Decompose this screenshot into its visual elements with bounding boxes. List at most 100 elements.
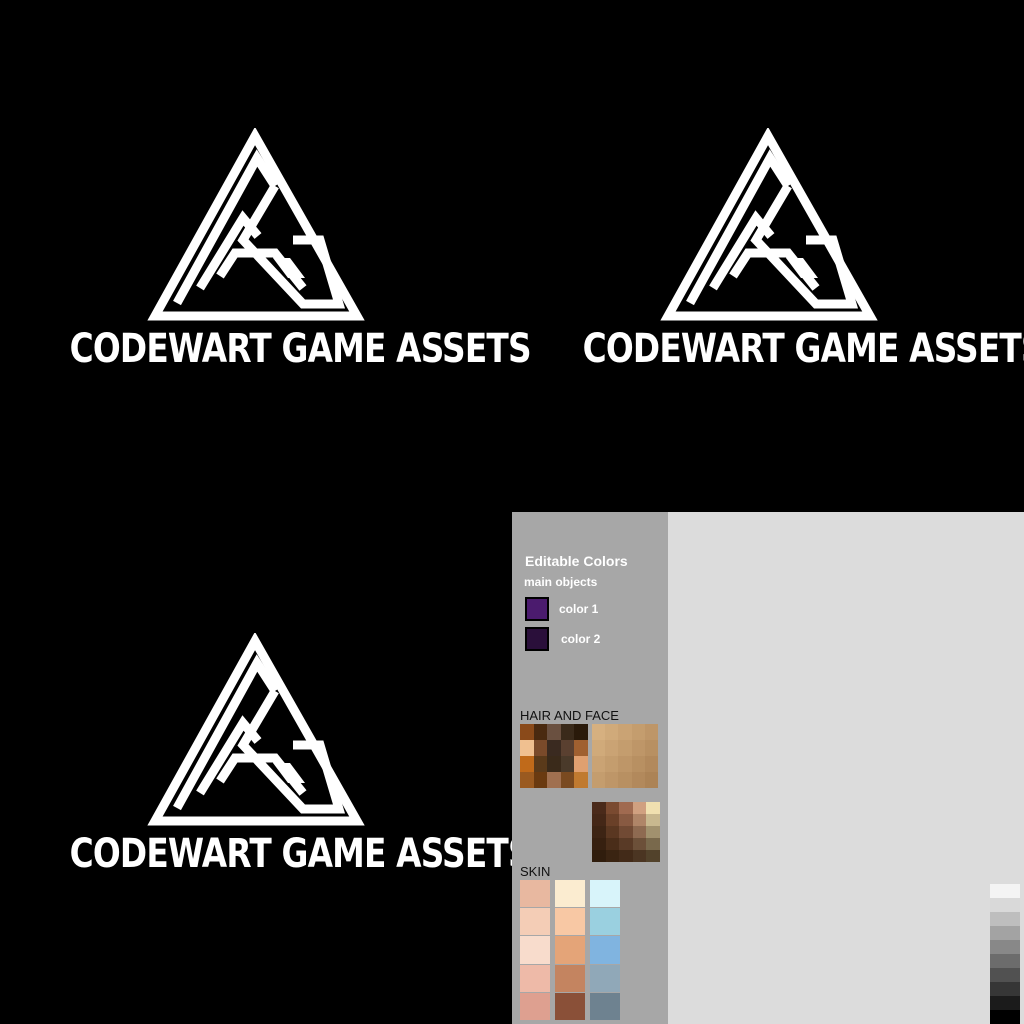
color-swatch <box>846 676 860 688</box>
color-swatch <box>590 908 620 936</box>
color-swatch <box>842 926 855 940</box>
color-swatch <box>963 724 977 736</box>
color-swatch <box>991 784 1005 796</box>
color-swatch <box>772 840 786 852</box>
color-swatch <box>619 850 633 862</box>
color-swatch <box>888 700 902 712</box>
color-swatch <box>846 712 860 724</box>
color-swatch <box>776 954 789 968</box>
color-swatch <box>758 724 772 736</box>
color-swatch <box>547 756 561 772</box>
color-swatch <box>948 912 961 926</box>
color-swatch <box>856 884 869 898</box>
color-swatch <box>632 838 647 850</box>
color-swatch <box>895 912 908 926</box>
color-swatch <box>948 816 962 828</box>
color-swatch <box>977 852 991 864</box>
color-swatch <box>856 940 869 954</box>
color-swatch <box>977 700 991 712</box>
color-swatch <box>750 1010 763 1024</box>
color-swatch <box>948 1010 961 1024</box>
color-swatch <box>619 814 633 826</box>
color-swatch <box>605 850 620 862</box>
color-swatch <box>977 712 991 724</box>
color-swatch <box>934 828 948 840</box>
color-swatch <box>948 772 962 784</box>
color-swatch <box>776 996 789 1010</box>
color-swatch <box>712 676 726 688</box>
color-swatch <box>902 712 916 724</box>
color-swatch <box>605 838 620 850</box>
color-swatch <box>902 748 916 760</box>
color-swatch <box>740 724 754 736</box>
color-swatch <box>975 968 988 982</box>
color-1-swatch[interactable] <box>525 597 549 621</box>
color-swatch <box>670 996 683 1010</box>
color-swatch <box>520 756 534 772</box>
color-swatch <box>670 940 683 954</box>
color-swatch <box>710 898 723 912</box>
color-swatch <box>574 756 588 772</box>
color-swatch <box>670 954 683 968</box>
color-2-swatch[interactable] <box>525 627 549 651</box>
color-swatch <box>555 880 585 908</box>
color-swatch <box>990 898 1020 912</box>
color-swatch <box>975 1010 988 1024</box>
color-swatch <box>816 884 829 898</box>
color-swatch <box>712 828 726 840</box>
color-swatch <box>1006 852 1020 864</box>
color-swatch <box>534 814 548 826</box>
color-swatch <box>948 712 962 724</box>
color-swatch <box>922 996 935 1010</box>
color-swatch <box>895 1010 908 1024</box>
color-swatch <box>740 840 754 852</box>
color-swatch <box>902 724 916 736</box>
color-swatch <box>963 676 977 688</box>
color-swatch <box>590 936 620 964</box>
color-swatch <box>763 996 776 1010</box>
color-swatch <box>740 712 754 724</box>
color-swatch <box>909 940 922 954</box>
color-swatch <box>990 1010 1020 1024</box>
color-swatch <box>948 748 962 760</box>
color-swatch <box>800 700 814 712</box>
color-swatch <box>948 796 962 808</box>
color-swatch <box>710 1010 723 1024</box>
color-swatch <box>816 940 829 954</box>
color-swatch <box>646 802 660 814</box>
color-swatch <box>763 1010 776 1024</box>
color-swatch <box>631 772 645 788</box>
color-swatch <box>712 700 726 712</box>
color-swatch <box>962 898 975 912</box>
color-swatch <box>977 676 991 688</box>
color-swatch <box>991 688 1005 700</box>
color-swatch <box>935 996 948 1010</box>
color-swatch <box>846 760 860 772</box>
color-swatch <box>1006 816 1020 828</box>
color-swatch <box>561 838 575 850</box>
color-swatch <box>750 954 763 968</box>
color-swatch <box>592 814 606 826</box>
color-swatch <box>888 796 902 808</box>
color-swatch <box>948 840 962 852</box>
color-swatch <box>684 748 698 760</box>
color-swatch <box>963 816 977 828</box>
pastel-color-grid <box>670 884 988 1024</box>
color-swatch <box>520 838 534 850</box>
color-swatch <box>758 760 772 772</box>
color-swatch <box>698 852 712 864</box>
color-swatch <box>828 712 842 724</box>
color-swatch <box>592 756 606 772</box>
color-swatch <box>534 826 548 838</box>
color-swatch <box>618 740 632 756</box>
color-swatch <box>1006 724 1020 736</box>
color-swatch <box>882 968 895 982</box>
color-swatch <box>934 712 948 724</box>
color-swatch <box>547 838 561 850</box>
color-swatch <box>646 850 660 862</box>
color-swatch <box>772 760 786 772</box>
triangle-logo-icon <box>660 128 878 321</box>
color-swatch <box>772 828 786 840</box>
color-swatch <box>740 688 754 700</box>
color-swatch <box>1006 840 1020 852</box>
